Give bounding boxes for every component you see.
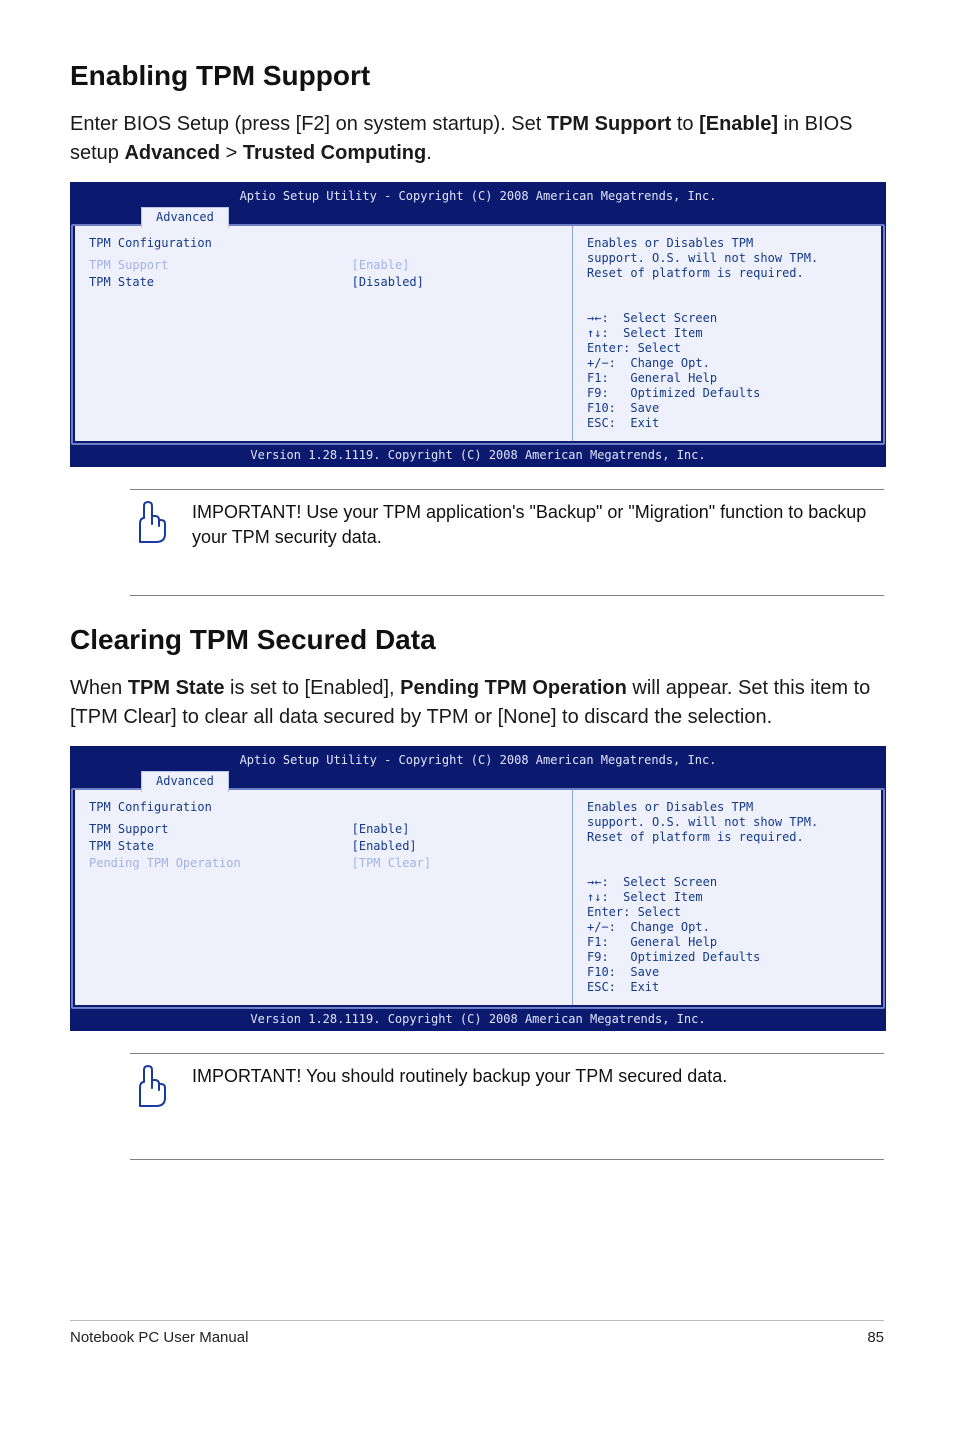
text-advanced: Advanced <box>124 142 220 164</box>
heading-enable-tpm: Enabling TPM Support <box>70 60 884 92</box>
text: to <box>671 113 699 135</box>
bios-key-hint: F9: Optimized Defaults <box>587 386 867 401</box>
bios-desc-line: Enables or Disables TPM <box>587 236 867 251</box>
notice-routine-backup: IMPORTANT! You should routinely backup y… <box>130 1053 884 1115</box>
bios-right-pane: Enables or Disables TPM support. O.S. wi… <box>572 226 881 441</box>
bios-row-tpm-state-label: TPM State <box>89 839 352 854</box>
text-trusted-computing: Trusted Computing <box>243 142 426 164</box>
heading-clear-tpm: Clearing TPM Secured Data <box>70 624 884 656</box>
bios-row-tpm-support-value: [Enable] <box>352 258 410 273</box>
bios-screenshot-1: Aptio Setup Utility - Copyright (C) 2008… <box>70 182 886 467</box>
bios-key-hint: ESC: Exit <box>587 416 867 431</box>
bios-tab-advanced: Advanced <box>141 771 229 792</box>
footer-page-number: 85 <box>867 1329 884 1346</box>
bios-desc-line: Enables or Disables TPM <box>587 800 867 815</box>
bios-row-tpm-support-label: TPM Support <box>89 258 352 273</box>
bios-row-tpm-state-label: TPM State <box>89 275 352 290</box>
bios-header-title: Aptio Setup Utility - Copyright (C) 2008… <box>71 751 885 770</box>
notice-backup-migration: IMPORTANT! Use your TPM application's "B… <box>130 489 884 551</box>
bios-section-title: TPM Configuration <box>89 800 558 815</box>
bios-header-title: Aptio Setup Utility - Copyright (C) 2008… <box>71 187 885 206</box>
hand-note-icon <box>130 500 172 546</box>
bios-key-hint: →←: Select Screen <box>587 311 867 326</box>
para-enable-tpm: Enter BIOS Setup (press [F2] on system s… <box>70 110 884 168</box>
bios-footer-version: Version 1.28.1119. Copyright (C) 2008 Am… <box>71 1009 885 1030</box>
bios-row-tpm-state-value: [Enabled] <box>352 839 417 854</box>
bios-left-pane: TPM Configuration TPM Support [Enable] T… <box>75 226 572 441</box>
bios-key-hint: +/−: Change Opt. <box>587 920 867 935</box>
notice-text: IMPORTANT! Use your TPM application's "B… <box>186 500 884 550</box>
bios-tab-advanced: Advanced <box>141 207 229 228</box>
bios-key-hint: ↑↓: Select Item <box>587 326 867 341</box>
bios-key-hint: F1: General Help <box>587 935 867 950</box>
bios-footer-version: Version 1.28.1119. Copyright (C) 2008 Am… <box>71 445 885 466</box>
bios-key-hint: Enter: Select <box>587 905 867 920</box>
text: When <box>70 677 128 699</box>
text-tpm-support: TPM Support <box>547 113 671 135</box>
notice-text: IMPORTANT! You should routinely backup y… <box>186 1064 727 1089</box>
bios-desc-line: support. O.S. will not show TPM. <box>587 251 867 266</box>
bios-row-pending-tpm-label: Pending TPM Operation <box>89 856 352 871</box>
bios-desc-line: support. O.S. will not show TPM. <box>587 815 867 830</box>
text: > <box>220 142 243 164</box>
text-pending-tpm-operation: Pending TPM Operation <box>400 677 627 699</box>
bios-key-hint: F9: Optimized Defaults <box>587 950 867 965</box>
bios-row-tpm-state-value: [Disabled] <box>352 275 424 290</box>
bios-key-hint: +/−: Change Opt. <box>587 356 867 371</box>
text: is set to [Enabled], <box>225 677 401 699</box>
bios-row-pending-tpm-value: [TPM Clear] <box>352 856 431 871</box>
text: . <box>426 142 432 164</box>
para-clear-tpm: When TPM State is set to [Enabled], Pend… <box>70 674 884 732</box>
footer-manual-title: Notebook PC User Manual <box>70 1329 248 1346</box>
bios-screenshot-2: Aptio Setup Utility - Copyright (C) 2008… <box>70 746 886 1031</box>
bios-right-pane: Enables or Disables TPM support. O.S. wi… <box>572 790 881 1005</box>
bios-section-title: TPM Configuration <box>89 236 558 251</box>
bios-key-hint: Enter: Select <box>587 341 867 356</box>
text: Enter BIOS Setup (press [F2] on system s… <box>70 113 547 135</box>
bios-key-hint: →←: Select Screen <box>587 875 867 890</box>
bios-key-hint: ↑↓: Select Item <box>587 890 867 905</box>
text-enable: [Enable] <box>699 113 778 135</box>
bios-key-hint: F10: Save <box>587 401 867 416</box>
text-tpm-state: TPM State <box>128 677 225 699</box>
hand-note-icon <box>130 1064 172 1110</box>
bios-key-hint: F10: Save <box>587 965 867 980</box>
bios-desc-line: Reset of platform is required. <box>587 266 867 281</box>
bios-row-tpm-support-value: [Enable] <box>352 822 410 837</box>
bios-key-hint: F1: General Help <box>587 371 867 386</box>
bios-row-tpm-support-label: TPM Support <box>89 822 352 837</box>
bios-key-hint: ESC: Exit <box>587 980 867 995</box>
bios-desc-line: Reset of platform is required. <box>587 830 867 845</box>
bios-left-pane: TPM Configuration TPM Support [Enable] T… <box>75 790 572 1005</box>
